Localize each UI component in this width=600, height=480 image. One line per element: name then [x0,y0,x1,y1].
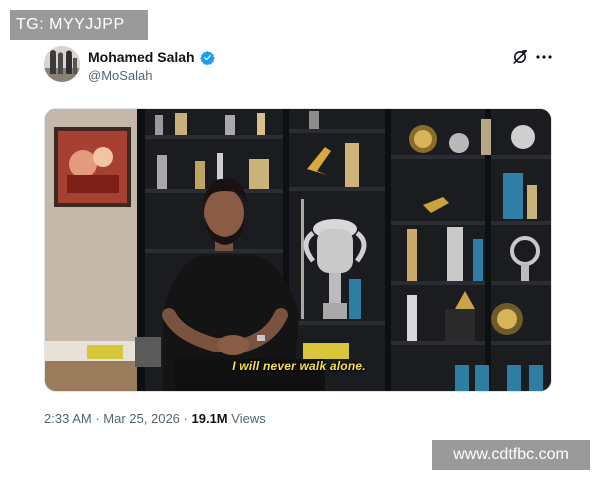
author-name-row[interactable]: Mohamed Salah [88,48,215,66]
watermark-bottom-right: www.cdtfbc.com [432,440,590,470]
views-count[interactable]: 19.1M [192,411,228,426]
page: TG: MYYJJPP Mohamed Salah @MoSalah I wil… [0,0,600,480]
tweet-time[interactable]: 2:33 AM [44,411,92,426]
meta-separator-2: · [183,411,188,426]
verified-badge-icon [199,50,215,65]
meta-separator: · [95,411,100,426]
tweet-media-video[interactable]: I will never walk alone. [44,108,552,392]
watermark-top-left: TG: MYYJJPP [10,10,148,40]
video-frame-image [45,109,551,391]
avatar-image [44,46,80,82]
tweet-meta: 2:33 AM · Mar 25, 2026 · 19.1M Views [44,411,266,426]
grok-icon[interactable] [512,49,528,65]
more-options-icon[interactable] [535,49,553,65]
author-handle[interactable]: @MoSalah [88,68,153,83]
tweet-date[interactable]: Mar 25, 2026 [103,411,180,426]
avatar[interactable] [44,46,80,82]
video-caption: I will never walk alone. [232,359,366,373]
author-display-name[interactable]: Mohamed Salah [88,49,195,65]
views-label[interactable]: Views [231,411,265,426]
